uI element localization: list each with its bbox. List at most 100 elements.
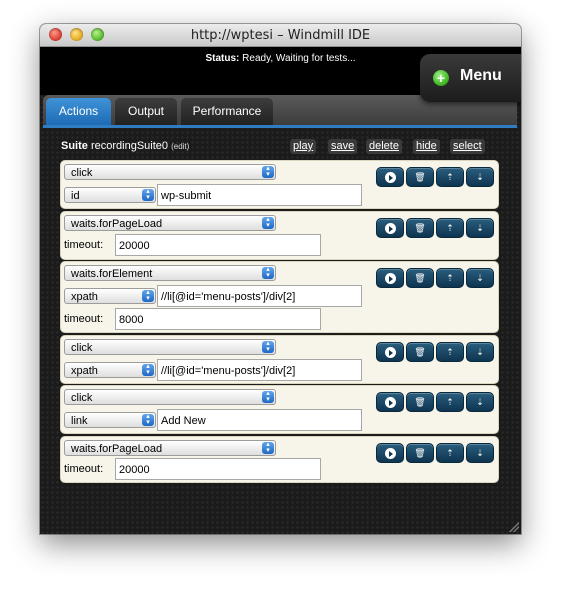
timeout-label: timeout: <box>64 463 104 475</box>
move-up-button[interactable]: ⇡ <box>436 342 464 362</box>
method-value: click <box>71 167 93 179</box>
method-select[interactable]: waits.forPageLoad ▴ ▾ <box>64 215 276 231</box>
move-down-button[interactable]: ⇣ <box>466 218 494 238</box>
suite-panel: Suite recordingSuite0 (edit) play save d… <box>43 125 517 534</box>
method-select[interactable]: waits.forElement ▴ ▾ <box>64 265 276 281</box>
method-select[interactable]: waits.forPageLoad ▴ ▾ <box>64 440 276 456</box>
action-row: click ▴ ▾ id ▴ ▾ wp-submit 🗑 ⇡ ⇣ <box>60 160 499 209</box>
trash-icon: 🗑 <box>414 223 426 233</box>
move-down-button[interactable]: ⇣ <box>466 167 494 187</box>
suite-hide-link[interactable]: hide <box>413 139 440 154</box>
method-select[interactable]: click ▴ ▾ <box>64 339 276 355</box>
play-action-button[interactable] <box>376 392 404 412</box>
arrow-up-icon: ⇡ <box>446 397 454 407</box>
resize-grip[interactable] <box>509 522 519 532</box>
method-value: waits.forElement <box>71 268 153 280</box>
locator-value: xpath <box>71 365 98 377</box>
select-arrows-icon: ▴ ▾ <box>142 363 154 376</box>
suite-save-link[interactable]: save <box>328 139 358 154</box>
status-text: Ready, Waiting for tests... <box>242 53 356 64</box>
move-up-button[interactable]: ⇡ <box>436 268 464 288</box>
delete-action-button[interactable]: 🗑 <box>406 392 434 412</box>
move-up-button[interactable]: ⇡ <box>436 218 464 238</box>
method-value: click <box>71 392 93 404</box>
move-down-button[interactable]: ⇣ <box>466 342 494 362</box>
method-select[interactable]: click ▴ ▾ <box>64 164 276 180</box>
move-up-button[interactable]: ⇡ <box>436 167 464 187</box>
locator-value: id <box>71 190 80 202</box>
delete-action-button[interactable]: 🗑 <box>406 218 434 238</box>
method-value: click <box>71 342 93 354</box>
play-action-button[interactable] <box>376 342 404 362</box>
menu-label: Menu <box>460 67 502 84</box>
play-action-button[interactable] <box>376 218 404 238</box>
select-arrows-icon: ▴ ▾ <box>142 289 154 302</box>
play-action-button[interactable] <box>376 268 404 288</box>
arrow-down-icon: ⇣ <box>476 448 484 458</box>
suite-delete-link[interactable]: delete <box>366 139 402 154</box>
trash-icon: 🗑 <box>414 448 426 458</box>
locator-value-input[interactable]: //li[@id='menu-posts']/div[2] <box>157 285 362 307</box>
tab-actions[interactable]: Actions <box>46 98 111 125</box>
locator-value-input[interactable]: Add New <box>157 409 362 431</box>
select-arrows-icon: ▴ ▾ <box>262 216 274 229</box>
arrow-down-icon: ⇣ <box>476 347 484 357</box>
arrow-up-icon: ⇡ <box>446 172 454 182</box>
menu-button[interactable]: + Menu <box>420 54 521 102</box>
plus-icon: + <box>433 70 449 86</box>
trash-icon: 🗑 <box>414 347 426 357</box>
locator-select[interactable]: id ▴ ▾ <box>64 187 156 203</box>
arrow-up-icon: ⇡ <box>446 347 454 357</box>
arrow-up-icon: ⇡ <box>446 273 454 283</box>
play-action-button[interactable] <box>376 443 404 463</box>
windmill-window: http://wptesi – Windmill IDE Status: Rea… <box>40 24 521 534</box>
delete-action-button[interactable]: 🗑 <box>406 268 434 288</box>
delete-action-button[interactable]: 🗑 <box>406 443 434 463</box>
timeout-label: timeout: <box>64 239 104 251</box>
arrow-down-icon: ⇣ <box>476 273 484 283</box>
tab-output[interactable]: Output <box>115 98 177 125</box>
method-value: waits.forPageLoad <box>71 218 163 230</box>
arrow-down-icon: ⇣ <box>476 397 484 407</box>
tab-performance[interactable]: Performance <box>181 98 273 125</box>
suite-play-link[interactable]: play <box>290 139 317 154</box>
timeout-input[interactable]: 20000 <box>115 458 321 480</box>
trash-icon: 🗑 <box>414 397 426 407</box>
suite-select-link[interactable]: select <box>450 139 485 154</box>
move-down-button[interactable]: ⇣ <box>466 443 494 463</box>
action-row: waits.forElement ▴ ▾ xpath ▴ ▾ //li[@id='m… <box>60 261 499 333</box>
locator-value-input[interactable]: wp-submit <box>157 184 362 206</box>
timeout-input[interactable]: 20000 <box>115 234 321 256</box>
delete-action-button[interactable]: 🗑 <box>406 167 434 187</box>
locator-value-input[interactable]: //li[@id='menu-posts']/div[2] <box>157 359 362 381</box>
timeout-label: timeout: <box>64 313 104 325</box>
locator-select[interactable]: xpath ▴ ▾ <box>64 362 156 378</box>
main-area: Actions Output Performance Suite recordi… <box>40 95 521 534</box>
locator-select[interactable]: link ▴ ▾ <box>64 412 156 428</box>
suite-header: Suite recordingSuite0 (edit) <box>61 140 189 152</box>
suite-edit-link[interactable]: (edit) <box>171 142 189 151</box>
action-row: waits.forPageLoad ▴ ▾ timeout: 20000 🗑 ⇡ … <box>60 436 499 483</box>
move-up-button[interactable]: ⇡ <box>436 443 464 463</box>
play-icon <box>384 223 396 234</box>
play-action-button[interactable] <box>376 167 404 187</box>
window-title: http://wptesi – Windmill IDE <box>190 28 371 43</box>
method-select[interactable]: click ▴ ▾ <box>64 389 276 405</box>
locator-value: xpath <box>71 291 98 303</box>
select-arrows-icon: ▴ ▾ <box>262 266 274 279</box>
arrow-down-icon: ⇣ <box>476 223 484 233</box>
play-icon <box>384 347 396 358</box>
play-icon <box>384 172 396 183</box>
select-arrows-icon: ▴ ▾ <box>262 441 274 454</box>
move-up-button[interactable]: ⇡ <box>436 392 464 412</box>
locator-select[interactable]: xpath ▴ ▾ <box>64 288 156 304</box>
move-down-button[interactable]: ⇣ <box>466 268 494 288</box>
timeout-input[interactable]: 8000 <box>115 308 321 330</box>
delete-action-button[interactable]: 🗑 <box>406 342 434 362</box>
suite-prefix: Suite <box>61 140 88 152</box>
play-icon <box>384 448 396 459</box>
select-arrows-icon: ▴ ▾ <box>262 165 274 178</box>
move-down-button[interactable]: ⇣ <box>466 392 494 412</box>
method-value: waits.forPageLoad <box>71 443 163 455</box>
action-row: waits.forPageLoad ▴ ▾ timeout: 20000 🗑 ⇡ … <box>60 211 499 260</box>
